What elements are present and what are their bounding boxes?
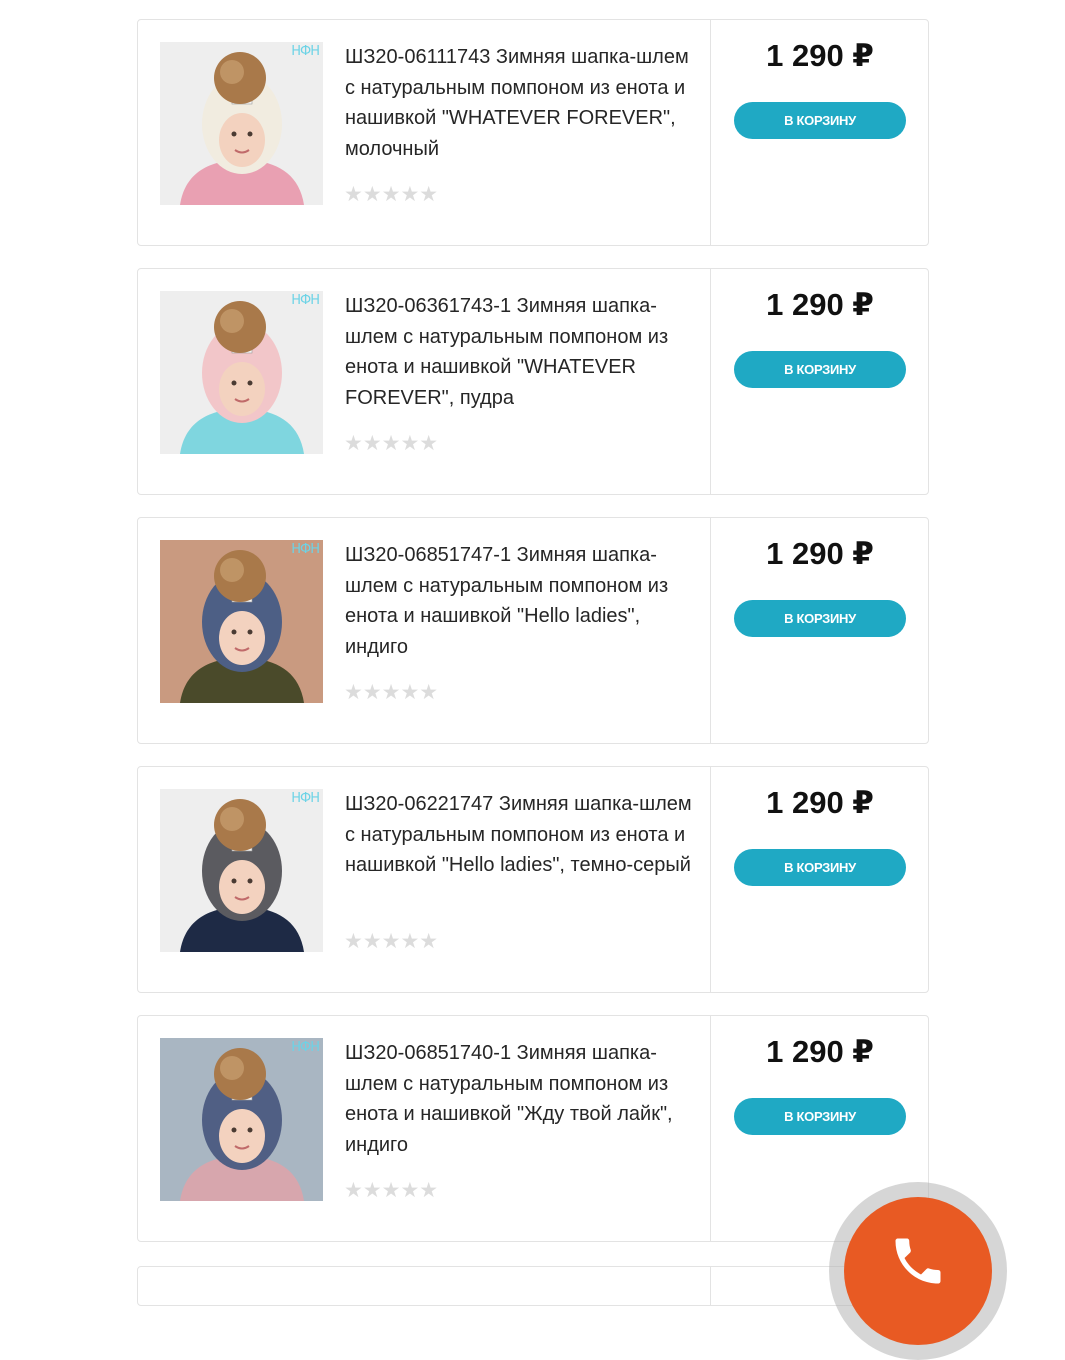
eye-left: [231, 131, 237, 137]
product-title[interactable]: ШЗ20-06851740-1 Зимняя шапка-шлем с нату…: [345, 1038, 697, 1160]
rating-stars[interactable]: ★★★★★: [344, 182, 438, 207]
product-image[interactable]: НФН: [160, 789, 323, 952]
product-price: 1 290 ₽: [766, 38, 874, 73]
rating-stars[interactable]: ★★★★★: [344, 929, 438, 954]
product-card: НФН ШЗ20-06851740-1 Зимняя шапка-шлем с …: [137, 1015, 929, 1242]
pompom-highlight: [220, 309, 244, 333]
rating-stars[interactable]: ★★★★★: [344, 1178, 438, 1203]
price-column: 1 290 ₽ В корзину: [710, 20, 929, 245]
eye-left: [231, 878, 237, 884]
call-button-circle[interactable]: [844, 1197, 992, 1345]
eye-left: [231, 1127, 237, 1133]
rating-stars[interactable]: ★★★★★: [344, 431, 438, 456]
product-photo: [160, 291, 323, 454]
product-list: НФН ШЗ20-06111743 Зимняя шапка-шлем с на…: [137, 19, 929, 1264]
product-price: 1 290 ₽: [766, 536, 874, 571]
phone-icon: [895, 1238, 941, 1284]
face: [219, 860, 265, 914]
brand-logo: НФН: [291, 44, 320, 59]
product-price: 1 290 ₽: [766, 1034, 874, 1069]
product-card-partial: [137, 1266, 929, 1306]
product-image[interactable]: НФН: [160, 291, 323, 454]
eye-right: [247, 878, 253, 884]
product-title[interactable]: ШЗ20-06111743 Зимняя шапка-шлем с натура…: [345, 42, 697, 164]
brand-logo: НФН: [291, 791, 320, 806]
add-to-cart-button[interactable]: В корзину: [734, 351, 906, 388]
product-photo: [160, 540, 323, 703]
brand-logo: НФН: [291, 293, 320, 308]
product-photo: [160, 1038, 323, 1201]
product-image[interactable]: НФН: [160, 540, 323, 703]
add-to-cart-button[interactable]: В корзину: [734, 849, 906, 886]
product-price: 1 290 ₽: [766, 287, 874, 322]
pompom-highlight: [220, 807, 244, 831]
face: [219, 362, 265, 416]
call-button[interactable]: [829, 1182, 1007, 1360]
face: [219, 611, 265, 665]
rating-stars[interactable]: ★★★★★: [344, 680, 438, 705]
add-to-cart-button[interactable]: В корзину: [734, 600, 906, 637]
product-title[interactable]: ШЗ20-06361743-1 Зимняя шапка-шлем с нату…: [345, 291, 697, 413]
product-card: НФН ШЗ20-06221747 Зимняя шапка-шлем с на…: [137, 766, 929, 993]
product-card: НФН ШЗ20-06361743-1 Зимняя шапка-шлем с …: [137, 268, 929, 495]
product-photo: [160, 789, 323, 952]
product-price: 1 290 ₽: [766, 785, 874, 820]
price-column: 1 290 ₽ В корзину: [710, 269, 929, 494]
pompom-highlight: [220, 558, 244, 582]
face: [219, 113, 265, 167]
add-to-cart-button[interactable]: В корзину: [734, 102, 906, 139]
product-image[interactable]: НФН: [160, 42, 323, 205]
pompom-highlight: [220, 1056, 244, 1080]
eye-right: [247, 131, 253, 137]
eye-right: [247, 380, 253, 386]
product-card: НФН ШЗ20-06111743 Зимняя шапка-шлем с на…: [137, 19, 929, 246]
product-title[interactable]: ШЗ20-06221747 Зимняя шапка-шлем с натура…: [345, 789, 697, 881]
add-to-cart-button[interactable]: В корзину: [734, 1098, 906, 1135]
eye-left: [231, 380, 237, 386]
price-column: 1 290 ₽ В корзину: [710, 767, 929, 992]
brand-logo: НФН: [291, 542, 320, 557]
price-column: 1 290 ₽ В корзину: [710, 518, 929, 743]
product-card: НФН ШЗ20-06851747-1 Зимняя шапка-шлем с …: [137, 517, 929, 744]
eye-right: [247, 1127, 253, 1133]
brand-logo: НФН: [291, 1040, 320, 1055]
eye-left: [231, 629, 237, 635]
product-image[interactable]: НФН: [160, 1038, 323, 1201]
eye-right: [247, 629, 253, 635]
price-column-divider: [710, 1267, 711, 1305]
pompom-highlight: [220, 60, 244, 84]
product-title[interactable]: ШЗ20-06851747-1 Зимняя шапка-шлем с нату…: [345, 540, 697, 662]
face: [219, 1109, 265, 1163]
product-photo: [160, 42, 323, 205]
